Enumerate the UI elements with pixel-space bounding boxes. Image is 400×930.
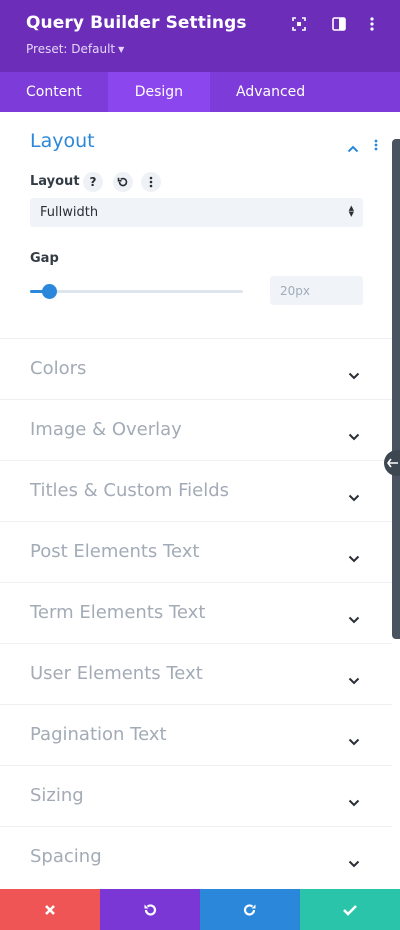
- section-title-layout[interactable]: Layout: [30, 130, 95, 152]
- section-label: Post Elements Text: [30, 541, 200, 562]
- gap-slider-track[interactable]: [30, 290, 243, 293]
- focus-icon[interactable]: [290, 15, 308, 33]
- kebab-menu-icon[interactable]: [363, 15, 381, 33]
- chevron-down-icon[interactable]: [348, 365, 360, 384]
- split-view-icon[interactable]: [330, 15, 348, 33]
- section-label: Sizing: [30, 785, 84, 806]
- section-kebab-icon[interactable]: [374, 136, 378, 155]
- section-label: Term Elements Text: [30, 602, 206, 623]
- chevron-down-icon[interactable]: [348, 426, 360, 445]
- settings-header: Query Builder Settings Preset: Default ▼: [0, 0, 400, 72]
- cancel-button[interactable]: [0, 889, 100, 930]
- chevron-down-icon[interactable]: [348, 670, 360, 689]
- chevron-down-icon[interactable]: [348, 487, 360, 506]
- section-label: Pagination Text: [30, 724, 167, 745]
- tab-content[interactable]: Content: [0, 72, 108, 112]
- section-label: User Elements Text: [30, 663, 203, 684]
- section-term-elements-text[interactable]: Term Elements Text: [0, 582, 392, 643]
- section-image-overlay[interactable]: Image & Overlay: [0, 399, 392, 460]
- tab-advanced[interactable]: Advanced: [210, 72, 331, 112]
- gap-slider-handle[interactable]: [42, 284, 58, 299]
- preset-label: Preset: Default: [26, 42, 116, 56]
- undo-button[interactable]: [100, 889, 200, 930]
- layout-select-value: Fullwidth: [40, 205, 99, 220]
- gap-field-label: Gap: [30, 251, 59, 266]
- panel-title: Query Builder Settings: [26, 13, 247, 33]
- redo-button[interactable]: [200, 889, 300, 930]
- section-spacing[interactable]: Spacing: [0, 826, 392, 887]
- select-arrows-icon: ▲ ▼: [348, 204, 354, 218]
- undo-icon: [144, 903, 157, 916]
- settings-tabs: Content Design Advanced: [0, 72, 400, 112]
- chevron-down-icon[interactable]: [348, 853, 360, 872]
- scrollbar[interactable]: [392, 139, 400, 639]
- settings-content: Layout Layout ? Fullwidth ▲ ▼ Gap 20px Co…: [0, 112, 392, 889]
- chevron-down-icon[interactable]: [348, 731, 360, 750]
- close-icon: [45, 904, 55, 915]
- section-sizing[interactable]: Sizing: [0, 765, 392, 826]
- section-post-elements-text[interactable]: Post Elements Text: [0, 521, 392, 582]
- section-user-elements-text[interactable]: User Elements Text: [0, 643, 392, 704]
- layout-select[interactable]: Fullwidth ▲ ▼: [30, 198, 363, 227]
- chevron-down-icon[interactable]: [348, 548, 360, 567]
- gap-input[interactable]: 20px: [270, 276, 363, 305]
- section-colors[interactable]: Colors: [0, 338, 392, 399]
- section-titles-custom-fields[interactable]: Titles & Custom Fields: [0, 460, 392, 521]
- section-label: Colors: [30, 358, 87, 379]
- preset-dropdown[interactable]: Preset: Default ▼: [26, 42, 124, 56]
- section-label: Image & Overlay: [30, 419, 182, 440]
- section-pagination-text[interactable]: Pagination Text: [0, 704, 392, 765]
- redo-icon: [243, 903, 256, 916]
- check-icon: [343, 904, 357, 916]
- field-options-icon[interactable]: [141, 172, 161, 192]
- reset-icon[interactable]: [113, 172, 133, 192]
- chevron-down-icon[interactable]: [348, 609, 360, 628]
- action-bar: [0, 889, 400, 930]
- tab-design[interactable]: Design: [107, 72, 211, 112]
- layout-field-label: Layout: [30, 174, 80, 189]
- save-button[interactable]: [300, 889, 400, 930]
- chevron-up-icon[interactable]: [347, 138, 359, 157]
- section-label: Spacing: [30, 846, 102, 867]
- chevron-down-icon[interactable]: [348, 792, 360, 811]
- section-label: Titles & Custom Fields: [30, 480, 230, 501]
- preset-caret-icon: ▼: [118, 45, 125, 54]
- help-icon[interactable]: ?: [83, 172, 103, 192]
